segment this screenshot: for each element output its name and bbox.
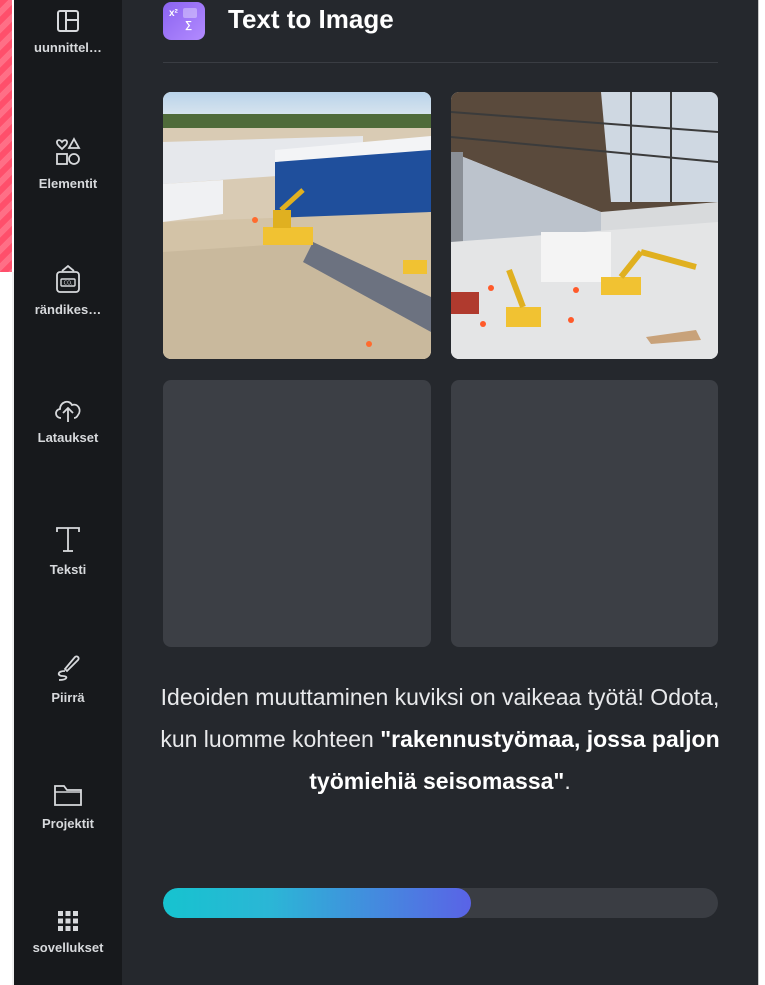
folder-icon: [54, 785, 82, 806]
generated-image-2[interactable]: [451, 92, 718, 359]
image-placeholder-3: [163, 380, 431, 647]
apps-grid-icon: [58, 911, 78, 931]
panel-title: Text to Image: [228, 4, 394, 34]
sidebar-item-text[interactable]: Teksti: [14, 524, 122, 577]
draw-icon: [57, 655, 80, 681]
sidebar-item-label: sovellukset: [32, 940, 104, 955]
header-divider: [163, 62, 718, 63]
sidebar-item-label: Elementit: [38, 176, 98, 191]
panel-edge: [758, 0, 765, 985]
brand-kit-icon: CO.: [56, 264, 80, 293]
sidebar-item-label: Projektit: [41, 816, 94, 831]
sidebar-item-label: Teksti: [49, 562, 87, 577]
generated-image-1[interactable]: [163, 92, 431, 359]
progress-bar: [163, 888, 718, 918]
text-to-image-app-icon: x² ∑: [163, 2, 205, 40]
sidebar-item-brand[interactable]: CO. rändikes…: [14, 264, 122, 317]
sidebar-item-uploads[interactable]: Lataukset: [14, 394, 122, 445]
sidebar-item-label: Lataukset: [37, 430, 99, 445]
sidebar-item-label: Piirrä: [51, 690, 85, 705]
sidebar-item-apps[interactable]: sovellukset: [14, 908, 122, 955]
cloud-upload-icon: [55, 400, 81, 422]
generating-message: Ideoiden muuttaminen kuviksi on vaikeaa …: [160, 676, 720, 802]
progress-fill: [163, 888, 472, 918]
sidebar-item-elements[interactable]: Elementit: [14, 136, 122, 191]
sidebar-item-designs[interactable]: uunnittel…: [14, 8, 122, 55]
sidebar-item-projects[interactable]: Projektit: [14, 780, 122, 831]
svg-text:CO.: CO.: [64, 281, 73, 287]
text-icon: [56, 527, 80, 552]
layout-icon: [57, 10, 79, 32]
sidebar-item-draw[interactable]: Piirrä: [14, 652, 122, 705]
image-placeholder-4: [451, 380, 718, 647]
sidebar: uunnittel… Elementit CO. rändikes… Latau…: [14, 0, 122, 985]
message-end: .: [564, 768, 571, 794]
sidebar-item-label: uunnittel…: [34, 40, 102, 55]
brand-stripe: [0, 0, 12, 272]
shapes-icon: [56, 137, 81, 165]
sidebar-item-label: rändikes…: [34, 302, 102, 317]
